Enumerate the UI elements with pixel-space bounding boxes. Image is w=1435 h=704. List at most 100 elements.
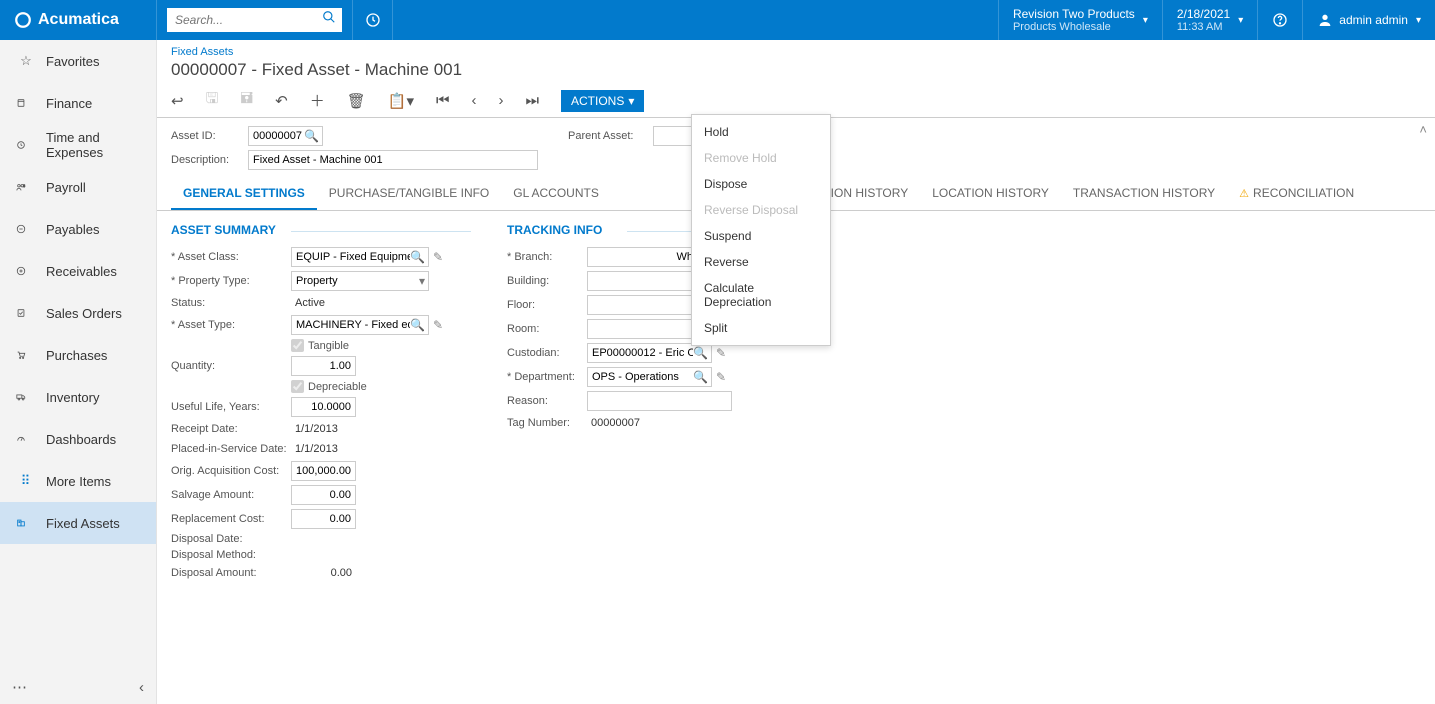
- action-reverse-disposal: Reverse Disposal: [692, 197, 830, 223]
- lookup-icon[interactable]: 🔍: [410, 318, 425, 332]
- sidebar-item-fixed-assets[interactable]: Fixed Assets: [0, 502, 156, 544]
- user-icon: [1317, 12, 1333, 28]
- clipboard-icon[interactable]: 📋▾: [388, 92, 414, 110]
- tab-reconciliation[interactable]: RECONCILIATION: [1227, 178, 1366, 210]
- breadcrumb[interactable]: Fixed Assets: [157, 40, 1435, 58]
- save-icon[interactable]: 🖬: [240, 88, 253, 113]
- orig-acq-cost-field[interactable]: [291, 461, 356, 481]
- action-dispose[interactable]: Dispose: [692, 171, 830, 197]
- action-split[interactable]: Split: [692, 315, 830, 341]
- sidebar-item-time-expenses[interactable]: Time and Expenses: [0, 124, 156, 166]
- disposal-amount-label: Disposal Amount:: [171, 567, 291, 579]
- asset-summary-section: ASSET SUMMARY Asset Class: 🔍 ✎ Property …: [171, 223, 471, 585]
- tab-location-history[interactable]: LOCATION HISTORY: [920, 178, 1061, 210]
- sidebar-item-purchases[interactable]: Purchases: [0, 334, 156, 376]
- search-input[interactable]: [167, 8, 342, 32]
- sidebar-item-finance[interactable]: Finance: [0, 82, 156, 124]
- status-value: Active: [291, 295, 437, 311]
- next-icon[interactable]: ›: [499, 92, 504, 109]
- business-date[interactable]: 2/18/2021 11:33 AM ▾: [1162, 0, 1257, 40]
- star-icon: ☆: [16, 53, 36, 69]
- tab-transaction-history[interactable]: TRANSACTION HISTORY: [1061, 178, 1227, 210]
- tab-gl-accounts[interactable]: GL ACCOUNTS: [501, 178, 611, 210]
- replacement-cost-field[interactable]: [291, 509, 356, 529]
- disposal-method-label: Disposal Method:: [171, 549, 291, 561]
- tag-number-value: 00000007: [587, 415, 733, 431]
- pencil-icon[interactable]: ✎: [716, 346, 726, 360]
- truck-icon: [16, 390, 36, 404]
- chevron-down-icon[interactable]: ▾: [419, 274, 425, 288]
- reason-field[interactable]: [587, 391, 732, 411]
- book-icon: [16, 95, 36, 111]
- status-label: Status:: [171, 297, 291, 309]
- lookup-icon[interactable]: 🔍: [693, 370, 708, 384]
- disposal-amount-value: 0.00: [291, 565, 356, 581]
- property-type-label: Property Type:: [171, 275, 291, 287]
- sidebar-item-dashboards[interactable]: Dashboards: [0, 418, 156, 460]
- more-icon[interactable]: ⋯: [12, 678, 27, 696]
- tenant-selector[interactable]: Revision Two Products Products Wholesale…: [998, 0, 1162, 40]
- parent-asset-label: Parent Asset:: [568, 130, 653, 142]
- branch-label: Branch:: [507, 251, 587, 263]
- action-suspend[interactable]: Suspend: [692, 223, 830, 249]
- pencil-icon[interactable]: ✎: [433, 250, 443, 264]
- tangible-label: Tangible: [308, 340, 349, 352]
- sidebar-footer: ⋯ ‹: [0, 670, 156, 704]
- sidebar-item-payables[interactable]: Payables: [0, 208, 156, 250]
- sidebar-item-payroll[interactable]: $Payroll: [0, 166, 156, 208]
- action-calculate-depreciation[interactable]: Calculate Depreciation: [692, 275, 830, 315]
- brand-name: Acumatica: [38, 11, 119, 29]
- sidebar-item-sales-orders[interactable]: Sales Orders: [0, 292, 156, 334]
- salvage-amount-field[interactable]: [291, 485, 356, 505]
- property-type-field[interactable]: [291, 271, 429, 291]
- quantity-field[interactable]: [291, 356, 356, 376]
- collapse-header-icon[interactable]: ˄: [1419, 122, 1427, 137]
- save-close-icon[interactable]: 🖫: [206, 88, 219, 113]
- description-field[interactable]: [248, 150, 538, 170]
- action-hold[interactable]: Hold: [692, 119, 830, 145]
- help-icon: [1272, 12, 1288, 28]
- sidebar-item-more-items[interactable]: ⠿More Items: [0, 460, 156, 502]
- asset-class-field[interactable]: [291, 247, 429, 267]
- lookup-icon[interactable]: 🔍: [693, 346, 708, 360]
- revert-icon[interactable]: ↶: [275, 92, 288, 110]
- last-icon[interactable]: ⏭: [526, 92, 540, 109]
- page-title: 00000007 - Fixed Asset - Machine 001: [157, 58, 1435, 82]
- custodian-label: Custodian:: [507, 347, 587, 359]
- prev-icon[interactable]: ‹: [472, 92, 477, 109]
- back-icon[interactable]: ↩: [171, 92, 184, 110]
- lookup-icon[interactable]: 🔍: [410, 250, 425, 264]
- placed-in-service-label: Placed-in-Service Date:: [171, 443, 291, 455]
- pencil-icon[interactable]: ✎: [433, 318, 443, 332]
- actions-button[interactable]: ACTIONS▾: [561, 90, 644, 112]
- asset-id-label: Asset ID:: [171, 130, 248, 142]
- first-icon[interactable]: ⏮: [436, 92, 450, 109]
- asset-id-field[interactable]: 🔍: [248, 126, 323, 146]
- people-dollar-icon: $: [16, 180, 36, 194]
- user-menu[interactable]: admin admin ▾: [1302, 0, 1435, 40]
- add-icon[interactable]: ＋: [310, 90, 325, 111]
- action-reverse[interactable]: Reverse: [692, 249, 830, 275]
- tab-purchase-tangible[interactable]: PURCHASE/TANGIBLE INFO: [317, 178, 501, 210]
- sidebar-item-receivables[interactable]: Receivables: [0, 250, 156, 292]
- pencil-icon[interactable]: ✎: [716, 370, 726, 384]
- lookup-icon[interactable]: 🔍: [304, 129, 319, 143]
- chevron-down-icon: ▾: [1143, 15, 1148, 26]
- tab-general-settings[interactable]: GENERAL SETTINGS: [171, 178, 317, 210]
- sidebar-item-favorites[interactable]: ☆Favorites: [0, 40, 156, 82]
- grid-icon: ⠿: [16, 473, 36, 489]
- collapse-sidebar-icon[interactable]: ‹: [139, 679, 144, 696]
- asset-summary-header: ASSET SUMMARY: [171, 223, 471, 241]
- delete-icon[interactable]: 🗑: [347, 92, 366, 110]
- action-toolbar: ↩ 🖫 🖬 ↶ ＋ 🗑 📋▾ ⏮ ‹ › ⏭ ACTIONS▾ Hold Rem…: [157, 82, 1435, 118]
- asset-type-label: Asset Type:: [171, 319, 291, 331]
- replacement-cost-label: Replacement Cost:: [171, 513, 291, 525]
- sidebar-item-inventory[interactable]: Inventory: [0, 376, 156, 418]
- asset-type-field[interactable]: [291, 315, 429, 335]
- tangible-checkbox: [291, 339, 304, 352]
- history-button[interactable]: [353, 0, 393, 40]
- brand-logo[interactable]: Acumatica: [0, 0, 157, 40]
- useful-life-field[interactable]: [291, 397, 356, 417]
- search-icon[interactable]: [322, 10, 336, 27]
- help-button[interactable]: [1257, 0, 1302, 40]
